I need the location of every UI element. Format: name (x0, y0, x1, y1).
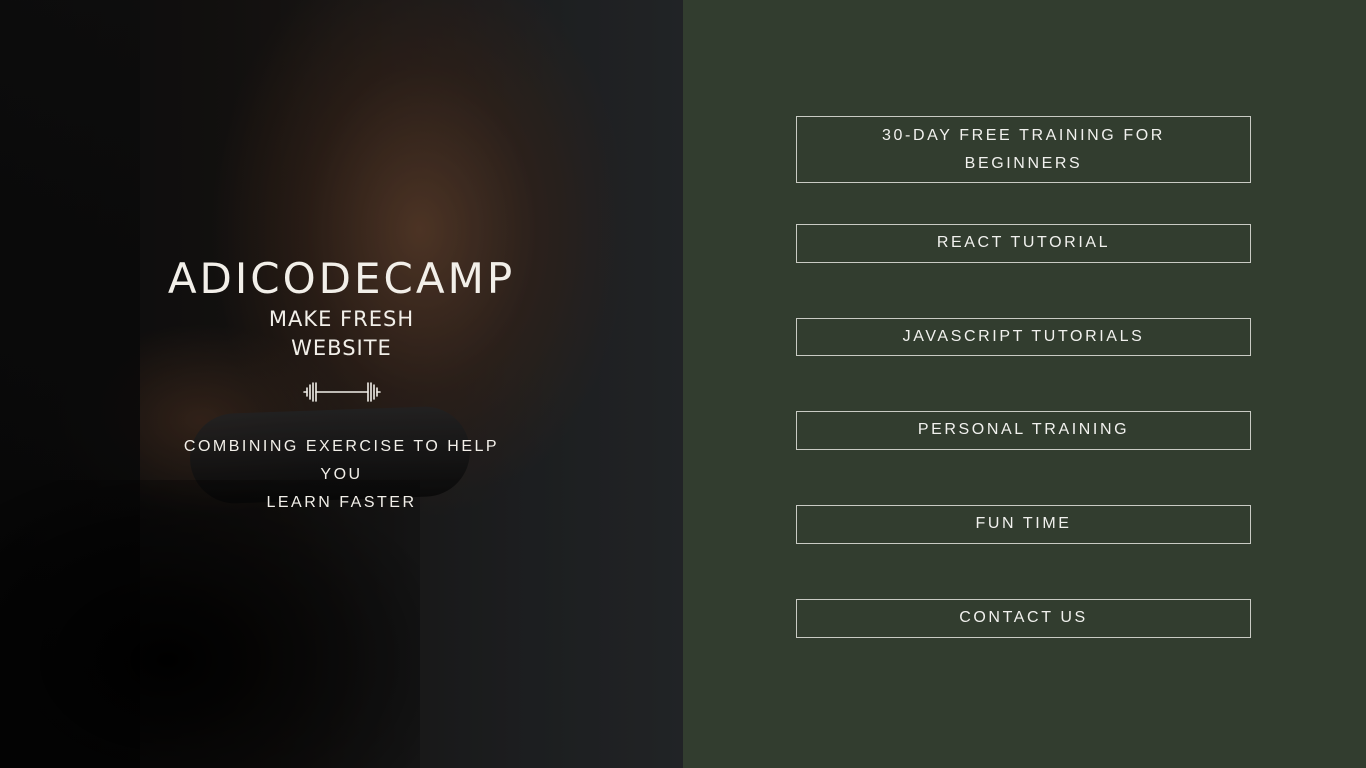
menu-panel: 30-DAY FREE TRAINING FOR BEGINNERS REACT… (683, 0, 1366, 768)
menu-button-fun-time[interactable]: FUN TIME (796, 505, 1251, 544)
hero-subtext-line1: COMBINING EXERCISE TO HELP YOU (183, 438, 500, 483)
menu-button-label: PERSONAL TRAINING (917, 421, 1130, 438)
hero-tagline: MAKE FRESH WEBSITE (268, 307, 415, 360)
dumbbell-icon (302, 382, 381, 402)
menu-button-label: REACT TUTORIAL (936, 234, 1111, 251)
hero-section: ADICODECAMP MAKE FRESH WEBSITE COMBINING… (0, 0, 683, 768)
menu-button-label: JAVASCRIPT TUTORIALS (902, 328, 1145, 345)
menu-button-label: 30-DAY FREE TRAINING FOR BEGINNERS (882, 127, 1165, 172)
hero-content: ADICODECAMP MAKE FRESH WEBSITE COMBINING… (0, 255, 683, 517)
brand-title: ADICODECAMP (167, 254, 516, 303)
menu-button-contact-us[interactable]: CONTACT US (796, 599, 1251, 638)
menu-button-label: FUN TIME (975, 515, 1072, 532)
landing-page: ADICODECAMP MAKE FRESH WEBSITE COMBINING… (0, 0, 1366, 768)
menu-button-react-tutorial[interactable]: REACT TUTORIAL (796, 224, 1251, 263)
hero-subtext-line2: LEARN FASTER (266, 494, 417, 511)
menu-button-label: CONTACT US (959, 609, 1088, 626)
menu-button-personal-training[interactable]: PERSONAL TRAINING (796, 411, 1251, 450)
menu-button-free-training[interactable]: 30-DAY FREE TRAINING FOR BEGINNERS (796, 116, 1251, 183)
menu-button-javascript-tutorials[interactable]: JAVASCRIPT TUTORIALS (796, 318, 1251, 356)
hero-subtext: COMBINING EXERCISE TO HELP YOU LEARN FAS… (177, 433, 507, 517)
